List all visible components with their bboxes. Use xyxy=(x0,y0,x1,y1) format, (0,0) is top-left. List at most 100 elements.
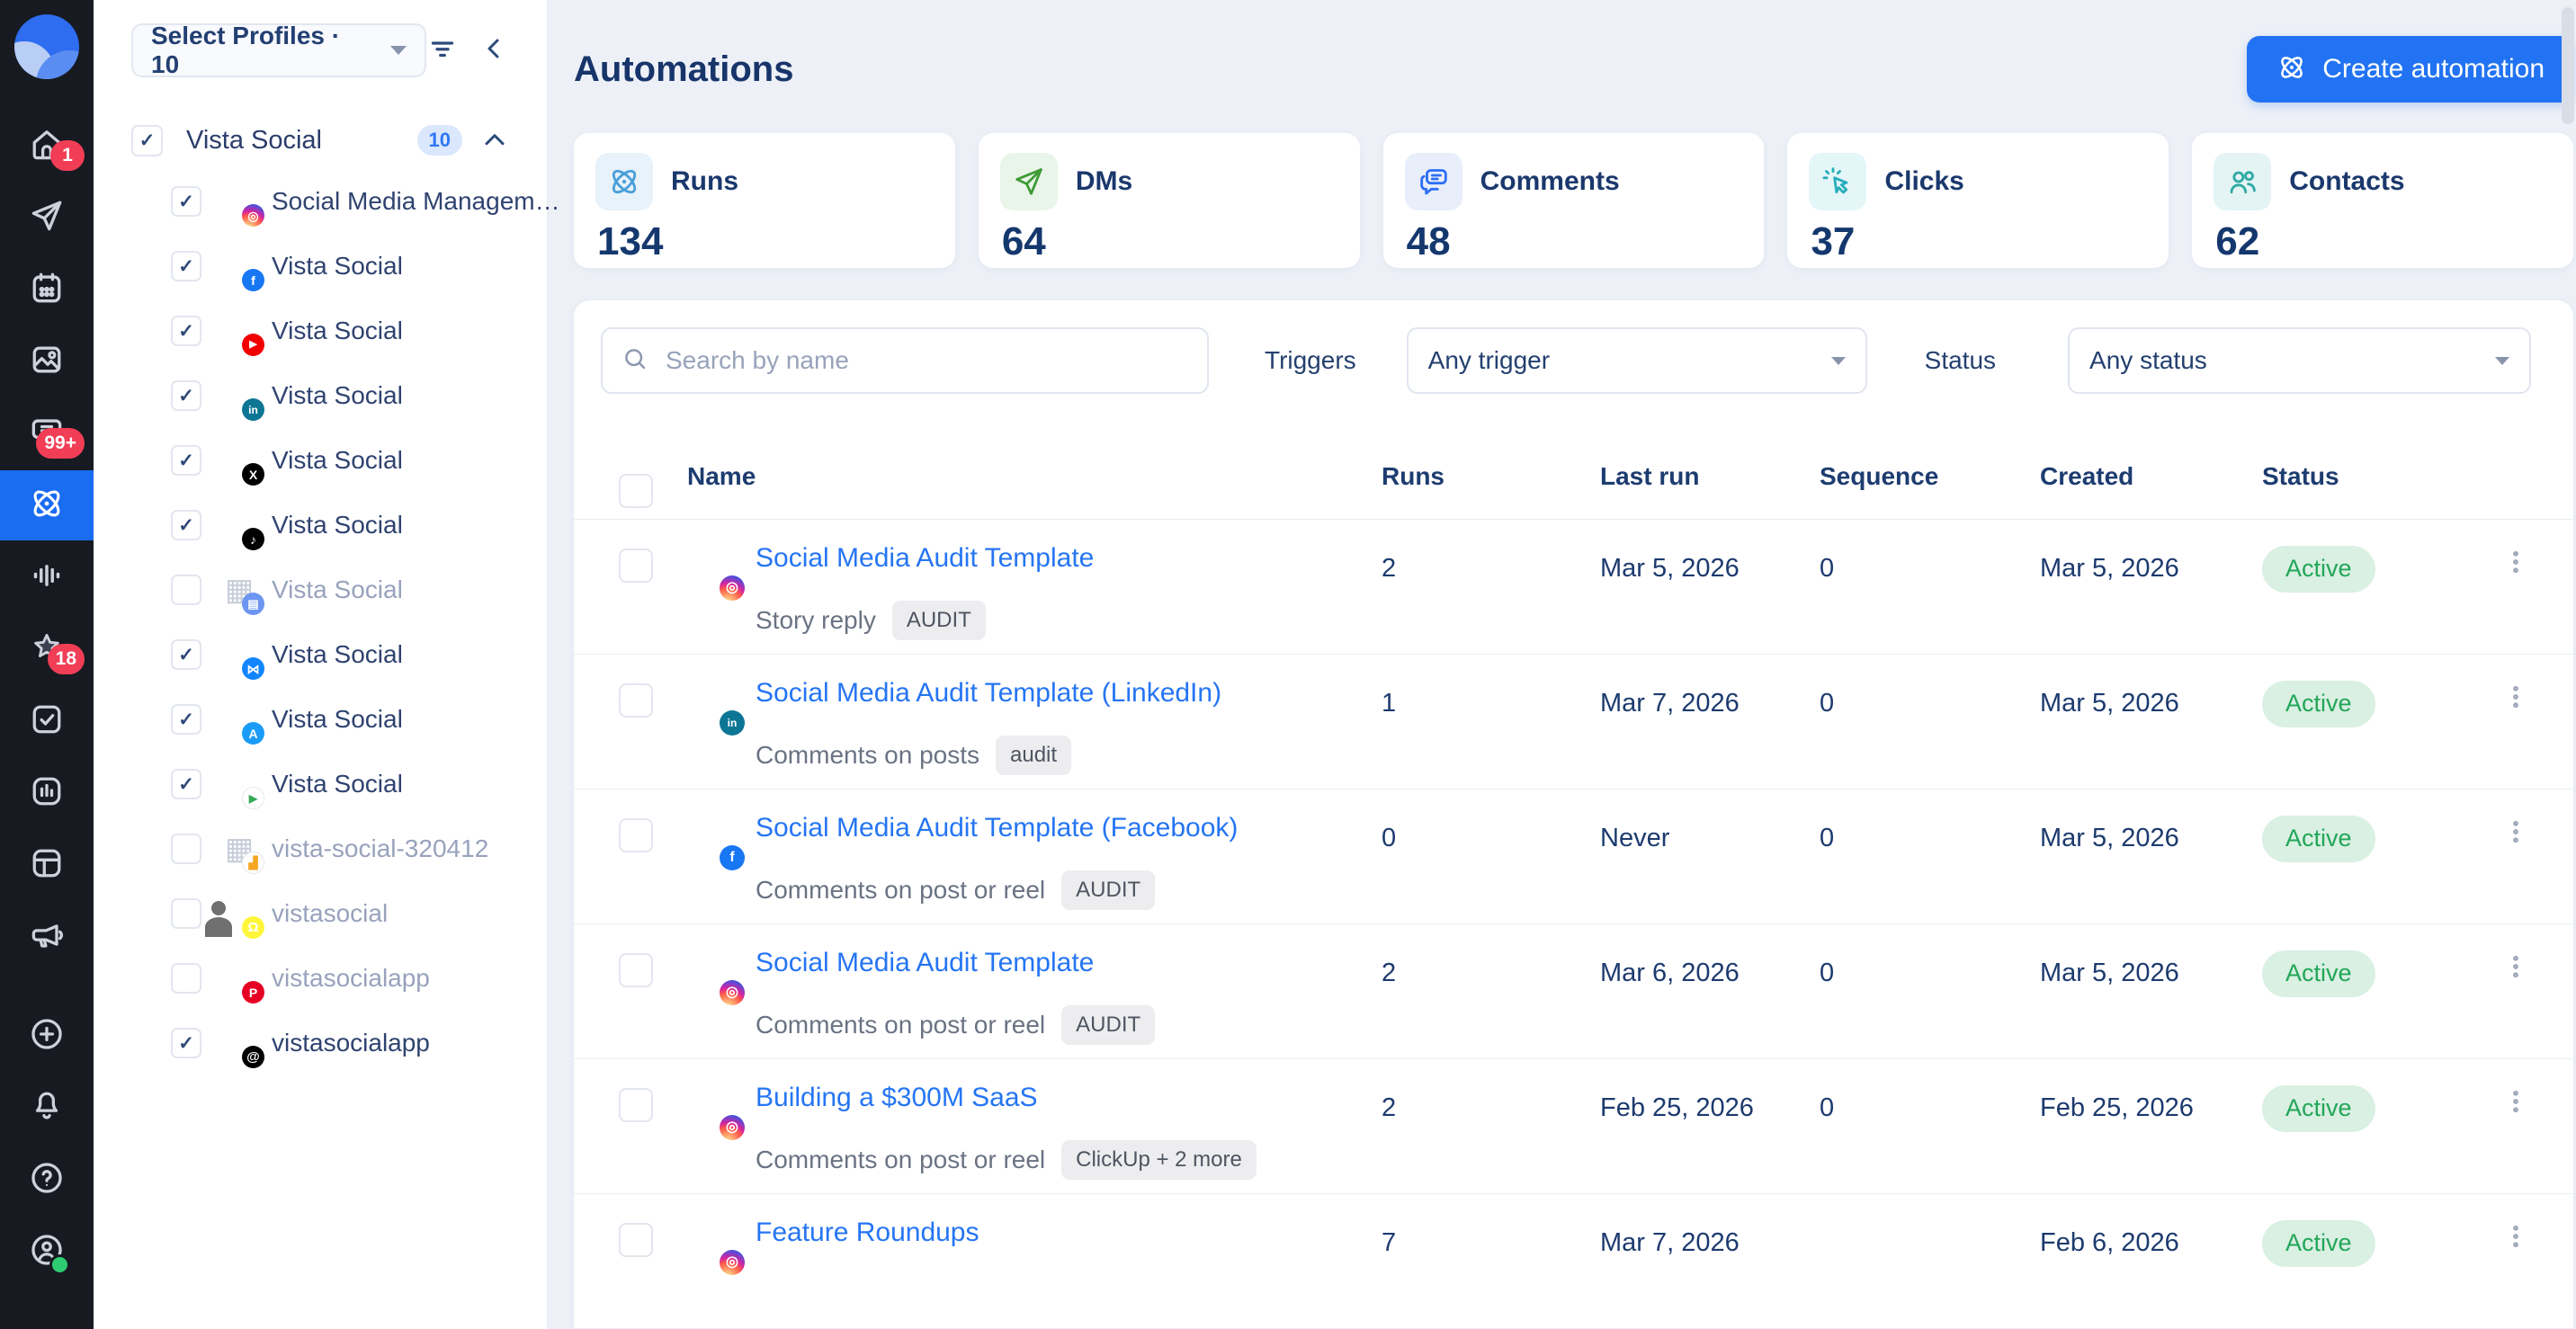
nav-home[interactable]: 1 xyxy=(25,124,85,171)
create-automation-label: Create automation xyxy=(2322,54,2545,84)
column-header-runs[interactable]: Runs xyxy=(1382,462,1600,491)
profile-checkbox[interactable] xyxy=(171,1028,201,1058)
instagram-icon: ◎ xyxy=(720,1250,745,1275)
inbox-badge: 99+ xyxy=(36,428,85,459)
stats-row: Runs 134 DMs 64 Comments 48 Clicks 37 Co… xyxy=(574,133,2574,268)
nav-media[interactable] xyxy=(25,340,68,383)
created-value: Mar 5, 2026 xyxy=(2040,689,2179,718)
row-checkbox[interactable] xyxy=(619,683,653,718)
row-checkbox[interactable] xyxy=(619,818,653,852)
row-checkbox[interactable] xyxy=(619,953,653,987)
vertical-scrollbar[interactable] xyxy=(2562,7,2574,124)
list-item[interactable]: @ vistasocialapp xyxy=(94,1011,547,1075)
profile-checkbox[interactable] xyxy=(171,510,201,540)
list-item[interactable]: Ω vistasocial xyxy=(94,881,547,946)
table-row: f Social Media Audit Template (Facebook)… xyxy=(574,789,2574,924)
profile-checkbox[interactable] xyxy=(171,769,201,799)
row-menu-button[interactable] xyxy=(2500,924,2531,986)
column-header-created[interactable]: Created xyxy=(2040,462,2262,491)
threads-icon: @ xyxy=(242,1046,264,1068)
profiles-filter-button[interactable] xyxy=(426,32,459,69)
search-input[interactable] xyxy=(664,345,1189,376)
nav-advocacy[interactable] xyxy=(25,915,68,959)
nav-help[interactable] xyxy=(25,1158,68,1201)
nav-notifications[interactable] xyxy=(25,1086,68,1129)
column-header-last-run[interactable]: Last run xyxy=(1600,462,1820,491)
vista-social-logo[interactable] xyxy=(14,14,79,79)
nav-web[interactable] xyxy=(25,843,68,887)
select-profiles-label: Select Profiles · 10 xyxy=(151,22,341,78)
automation-name-link[interactable]: Social Media Audit Template (LinkedIn) xyxy=(756,678,1221,708)
status-filter-dropdown[interactable]: Any status xyxy=(2068,327,2532,394)
list-item[interactable]: A Vista Social xyxy=(94,687,547,752)
profile-checkbox[interactable] xyxy=(171,380,201,411)
row-menu-button[interactable] xyxy=(2500,789,2531,852)
list-item[interactable]: ▦ ▤ Vista Social xyxy=(94,557,547,622)
tiktok-icon: ♪ xyxy=(242,528,264,550)
nav-calendar[interactable] xyxy=(25,268,68,311)
select-all-checkbox[interactable] xyxy=(619,473,653,508)
list-item[interactable]: ▶ Vista Social xyxy=(94,752,547,816)
profile-checkbox[interactable] xyxy=(171,251,201,281)
nav-reviews[interactable]: 18 xyxy=(25,628,85,674)
automation-name-link[interactable]: Social Media Audit Template xyxy=(756,948,1094,977)
trigger-filter-dropdown[interactable]: Any trigger xyxy=(1406,327,1867,394)
automation-name-link[interactable]: Social Media Audit Template xyxy=(756,543,1094,573)
list-item[interactable]: ▶ Vista Social xyxy=(94,299,547,363)
list-item[interactable]: ♪ Vista Social xyxy=(94,493,547,557)
row-menu-button[interactable] xyxy=(2500,655,2531,717)
row-menu-button[interactable] xyxy=(2500,1059,2531,1121)
row-menu-button[interactable] xyxy=(2500,520,2531,582)
profile-checkbox[interactable] xyxy=(171,704,201,735)
column-header-sequence[interactable]: Sequence xyxy=(1820,462,2040,491)
search-box[interactable] xyxy=(601,327,1209,394)
profiles-panel: Select Profiles · 10 Vista Social 10 ◎ S… xyxy=(94,0,560,1329)
profile-checkbox[interactable] xyxy=(171,575,201,605)
row-checkbox[interactable] xyxy=(619,549,653,583)
profile-checkbox[interactable] xyxy=(171,445,201,476)
column-header-status[interactable]: Status xyxy=(2262,462,2475,491)
nav-tasks[interactable] xyxy=(25,700,68,743)
create-automation-button[interactable]: Create automation xyxy=(2247,36,2574,103)
linkedin-icon: in xyxy=(720,710,745,736)
nav-profile[interactable] xyxy=(25,1230,70,1275)
collapse-panel-button[interactable] xyxy=(479,32,511,69)
list-item[interactable]: X Vista Social xyxy=(94,428,547,493)
column-header-name[interactable]: Name xyxy=(687,462,1382,491)
profile-checkbox[interactable] xyxy=(171,639,201,670)
group-checkbox[interactable] xyxy=(131,124,163,156)
row-checkbox[interactable] xyxy=(619,1088,653,1122)
nav-publish[interactable] xyxy=(25,196,68,239)
list-item[interactable]: ⋈ Vista Social xyxy=(94,622,547,687)
google-business-icon: ▤ xyxy=(242,593,264,615)
profile-name: Vista Social xyxy=(272,252,403,280)
stat-value: 62 xyxy=(2215,219,2260,263)
list-item[interactable]: ◎ Social Media Managem… xyxy=(94,169,560,234)
profile-name: vistasocial xyxy=(272,899,389,927)
select-profiles-dropdown[interactable]: Select Profiles · 10 xyxy=(131,22,426,78)
profile-checkbox[interactable] xyxy=(171,963,201,994)
row-checkbox[interactable] xyxy=(619,1223,653,1257)
profile-checkbox[interactable] xyxy=(171,316,201,346)
collapse-group-button[interactable] xyxy=(479,124,511,156)
profile-checkbox[interactable] xyxy=(171,834,201,864)
list-item[interactable]: f Vista Social xyxy=(94,234,547,299)
nav-listening[interactable] xyxy=(25,556,68,599)
nav-automations[interactable] xyxy=(0,470,94,540)
nav-reports[interactable] xyxy=(25,772,68,815)
nav-inbox[interactable]: 99+ xyxy=(25,412,85,459)
automation-name-link[interactable]: Feature Roundups xyxy=(756,1218,979,1247)
profile-checkbox[interactable] xyxy=(171,898,201,929)
nav-add[interactable] xyxy=(25,1014,68,1057)
calendar-icon xyxy=(27,268,67,312)
list-item[interactable]: P vistasocialapp xyxy=(94,946,547,1011)
profile-checkbox[interactable] xyxy=(171,186,201,217)
automation-name-link[interactable]: Building a $300M SaaS xyxy=(756,1083,1038,1112)
list-item[interactable]: ▦ ▟ vista-social-320412 xyxy=(94,816,547,881)
row-menu-button[interactable] xyxy=(2500,1194,2531,1256)
media-image-icon xyxy=(27,340,67,384)
comments-icon xyxy=(1404,153,1462,210)
list-item[interactable]: in Vista Social xyxy=(94,363,547,428)
automation-name-link[interactable]: Social Media Audit Template (Facebook) xyxy=(756,813,1238,843)
last-run-value: Mar 5, 2026 xyxy=(1600,554,1740,583)
